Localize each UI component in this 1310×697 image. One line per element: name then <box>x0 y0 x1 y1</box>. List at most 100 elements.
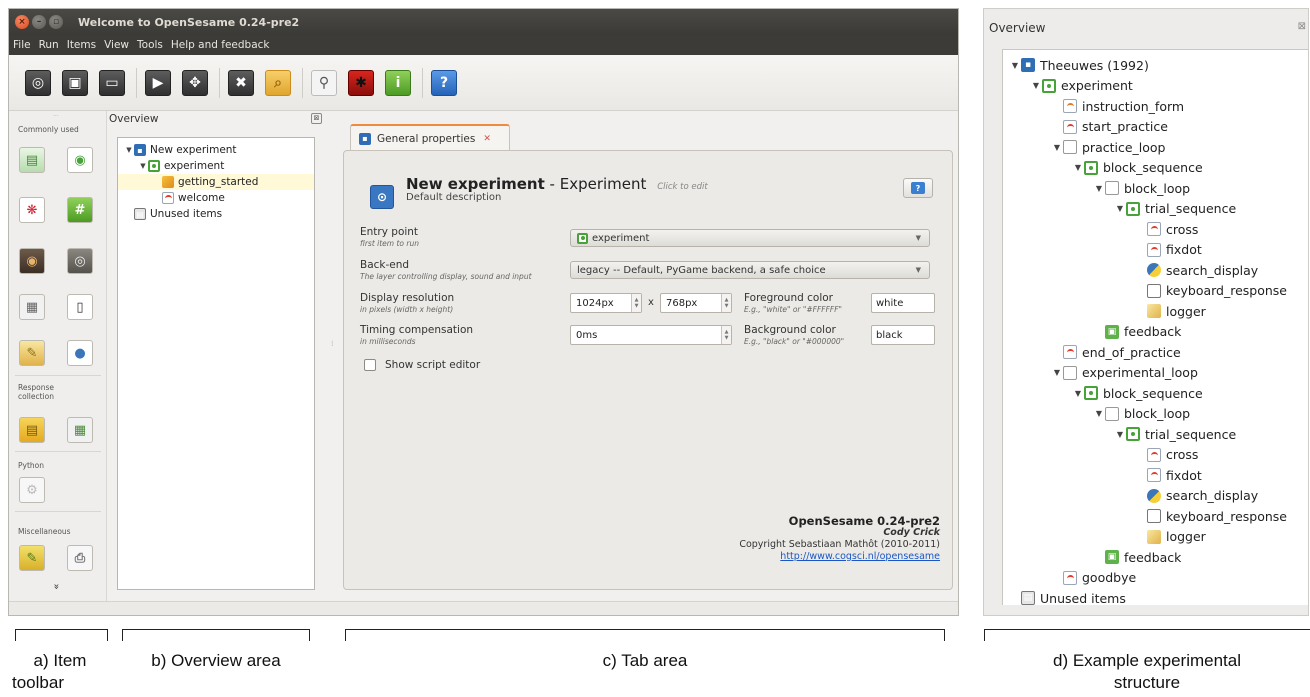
tree-item[interactable]: ▼ block_sequence <box>1003 383 1308 404</box>
menu-help[interactable]: Help and feedback <box>171 39 270 51</box>
credits-link[interactable]: http://www.cogsci.nl/opensesame <box>780 551 940 562</box>
help-button[interactable]: ? <box>903 178 933 198</box>
logger-item-button[interactable]: ✎ <box>19 340 45 366</box>
sampler-item-button[interactable]: ◉ <box>19 248 45 274</box>
menu-items[interactable]: Items <box>67 39 96 51</box>
undock-icon[interactable]: ⊠ <box>1298 21 1306 32</box>
backend-select[interactable]: legacy -- Default, PyGame backend, a saf… <box>570 261 930 279</box>
kill-icon[interactable]: ✖ <box>228 69 254 96</box>
expand-arrow-icon[interactable]: ▼ <box>1114 204 1126 213</box>
tree-item[interactable]: ▣ feedback <box>1003 547 1308 568</box>
keyboard-item-button[interactable]: ▦ <box>19 294 45 320</box>
close-window-icon[interactable]: × <box>15 15 29 29</box>
expand-arrow-icon[interactable]: ▼ <box>1051 368 1063 377</box>
show-script-editor-checkbox[interactable]: Show script editor <box>364 359 480 371</box>
expand-arrow-icon[interactable]: ▼ <box>1093 184 1105 193</box>
save-icon[interactable]: ▭ <box>99 69 125 96</box>
menu-run[interactable]: Run <box>39 39 59 51</box>
expand-arrow-icon[interactable]: ▼ <box>1093 409 1105 418</box>
printer-item-button[interactable]: ⎙ <box>67 545 93 571</box>
tree-item[interactable]: cross <box>1003 219 1308 240</box>
menu-tools[interactable]: Tools <box>137 39 163 51</box>
search-icon[interactable]: ⚲ <box>311 69 337 96</box>
run-window-icon[interactable]: ✥ <box>182 69 208 96</box>
entry-point-select[interactable]: experiment ▼ <box>570 229 930 247</box>
srbox-item-button[interactable]: ▦ <box>67 417 93 443</box>
tree-item[interactable]: fixdot <box>1003 240 1308 261</box>
tree-item[interactable]: start_practice <box>1003 117 1308 138</box>
help-icon[interactable]: ? <box>431 69 457 96</box>
expand-arrow-icon[interactable]: ▼ <box>1072 389 1084 398</box>
experiment-description[interactable]: Default description <box>406 192 501 203</box>
experiment-title[interactable]: New experiment - Experiment Click to edi… <box>406 175 708 193</box>
python-item-button[interactable]: ⚙ <box>19 477 45 503</box>
folder-icon[interactable]: ⌕ <box>265 69 291 96</box>
timing-spinbox[interactable]: 0ms ▲ ▼ <box>570 325 732 345</box>
tree-item[interactable]: ▼ ▪ Theeuwes (1992) <box>1003 55 1308 76</box>
background-color-input[interactable]: black <box>871 325 935 345</box>
spin-arrows-icon[interactable]: ▲ ▼ <box>721 294 731 312</box>
checkbox-box[interactable] <box>364 359 376 371</box>
tree-item[interactable]: fixdot <box>1003 465 1308 486</box>
undock-icon[interactable]: ⊠ <box>311 113 322 124</box>
tree-item[interactable]: ▼ block_loop <box>1003 178 1308 199</box>
tree-item[interactable]: ▼ experiment <box>1003 76 1308 97</box>
tree-item[interactable]: search_display <box>1003 486 1308 507</box>
tree-item[interactable]: ▼ block_sequence <box>1003 158 1308 179</box>
foreground-color-input[interactable]: white <box>871 293 935 313</box>
loop-item-button[interactable]: ▤ <box>19 147 45 173</box>
tree-item[interactable]: ▦ keyboard_response <box>1003 506 1308 527</box>
bug-icon[interactable]: ✱ <box>348 69 374 96</box>
more-items-icon[interactable]: » <box>51 583 62 589</box>
minimize-window-icon[interactable]: – <box>32 15 46 29</box>
tree-item[interactable]: ▼ ▪ New experiment <box>118 142 314 158</box>
expand-arrow-icon[interactable]: ▼ <box>1072 163 1084 172</box>
splitter-handle[interactable]: ⁞ <box>331 339 334 348</box>
tree-item[interactable]: search_display <box>1003 260 1308 281</box>
expand-arrow-icon[interactable]: ▼ <box>1030 81 1042 90</box>
run-icon[interactable]: ▶ <box>145 69 171 96</box>
maximize-window-icon[interactable]: ▫ <box>49 15 63 29</box>
expand-arrow-icon[interactable]: ▼ <box>1009 61 1021 70</box>
sketchpad-item-button[interactable]: ❋ <box>19 197 45 223</box>
tree-item[interactable]: getting_started <box>118 174 314 190</box>
joystick-item-button[interactable]: ▤ <box>19 417 45 443</box>
tree-item[interactable]: logger <box>1003 301 1308 322</box>
tree-item[interactable]: ▼ practice_loop <box>1003 137 1308 158</box>
tree-item[interactable]: ▼ trial_sequence <box>1003 199 1308 220</box>
tree-item[interactable]: ▣ feedback <box>1003 322 1308 343</box>
menu-file[interactable]: File <box>13 39 31 51</box>
tree-item[interactable]: goodbye <box>1003 568 1308 589</box>
spin-arrows-icon[interactable]: ▲ ▼ <box>631 294 641 312</box>
expand-arrow-icon[interactable]: ▼ <box>138 162 148 170</box>
height-spinbox[interactable]: 768px ▲ ▼ <box>660 293 732 313</box>
mouse-item-button[interactable]: ▯ <box>67 294 93 320</box>
tree-item[interactable]: ▤ Unused items <box>1003 588 1308 609</box>
open-icon[interactable]: ▣ <box>62 69 88 96</box>
notepad-item-button[interactable]: ✎ <box>19 545 45 571</box>
tree-item[interactable]: ▦ keyboard_response <box>1003 281 1308 302</box>
spin-arrows-icon[interactable]: ▲ ▼ <box>721 326 731 344</box>
expand-arrow-icon[interactable]: ▼ <box>124 146 134 154</box>
sequence-item-button[interactable]: ◉ <box>67 147 93 173</box>
tree-item[interactable]: instruction_form <box>1003 96 1308 117</box>
tree-item[interactable]: welcome <box>118 190 314 206</box>
tree-item[interactable]: ▼ block_loop <box>1003 404 1308 425</box>
synth-item-button[interactable]: ◎ <box>67 248 93 274</box>
new-icon[interactable]: ◎ <box>25 69 51 96</box>
tree-item[interactable]: ▼ experiment <box>118 158 314 174</box>
tree-item[interactable]: cross <box>1003 445 1308 466</box>
inline-script-item-button[interactable]: ● <box>67 340 93 366</box>
menu-view[interactable]: View <box>104 39 129 51</box>
expand-arrow-icon[interactable]: ▼ <box>1051 143 1063 152</box>
tab-general-properties[interactable]: ▪ General properties ✕ <box>350 124 510 151</box>
tree-item[interactable]: logger <box>1003 527 1308 548</box>
expand-arrow-icon[interactable]: ▼ <box>1114 430 1126 439</box>
tree-item[interactable]: ▼ trial_sequence <box>1003 424 1308 445</box>
width-spinbox[interactable]: 1024px ▲ ▼ <box>570 293 642 313</box>
tree-item[interactable]: ▼ experimental_loop <box>1003 363 1308 384</box>
tree-item[interactable]: ▤ Unused items <box>118 206 314 222</box>
close-tab-icon[interactable]: ✕ <box>483 134 491 144</box>
info-icon[interactable]: i <box>385 69 411 96</box>
tree-item[interactable]: end_of_practice <box>1003 342 1308 363</box>
